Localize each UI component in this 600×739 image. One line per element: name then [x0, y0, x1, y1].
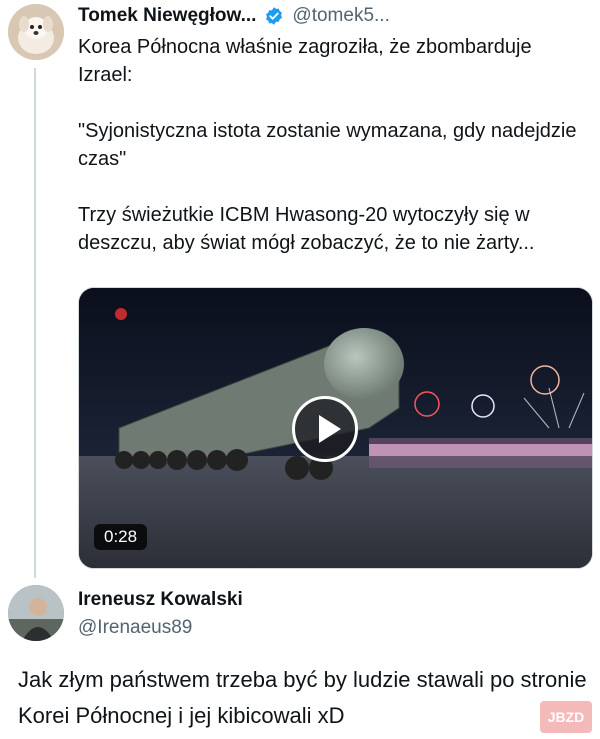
reply-author-handle[interactable]: @Irenaeus89: [78, 617, 192, 639]
play-icon[interactable]: [292, 396, 358, 462]
tweet-paragraph: Trzy świeżutkie ICBM Hwasong-20 wytoczył…: [78, 204, 535, 254]
verified-badge-icon: [266, 7, 283, 25]
author-avatar[interactable]: [8, 4, 64, 60]
tweet-text: Korea Północna właśnie zagroziła, że zbo…: [78, 33, 588, 285]
author-name[interactable]: Tomek Niewęgłow...: [78, 5, 256, 27]
video-duration: 0:28: [94, 524, 148, 550]
tweet-header: Tomek Niewęgłow... @tomek5...: [78, 4, 390, 28]
tweet-paragraph: "Syjonistyczna istota zostanie wymazana,…: [78, 120, 577, 170]
author-handle[interactable]: @tomek5...: [292, 5, 389, 27]
watermark-logo: JBZD: [540, 701, 592, 733]
reply-author-avatar[interactable]: [8, 585, 64, 641]
tweet-paragraph: Korea Północna właśnie zagroziła, że zbo…: [78, 36, 532, 86]
meme-caption: Jak złym państwem trzeba być by ludzie s…: [18, 667, 587, 728]
thread-line: [34, 68, 36, 578]
reply-author-name[interactable]: Ireneusz Kowalski: [78, 589, 243, 611]
